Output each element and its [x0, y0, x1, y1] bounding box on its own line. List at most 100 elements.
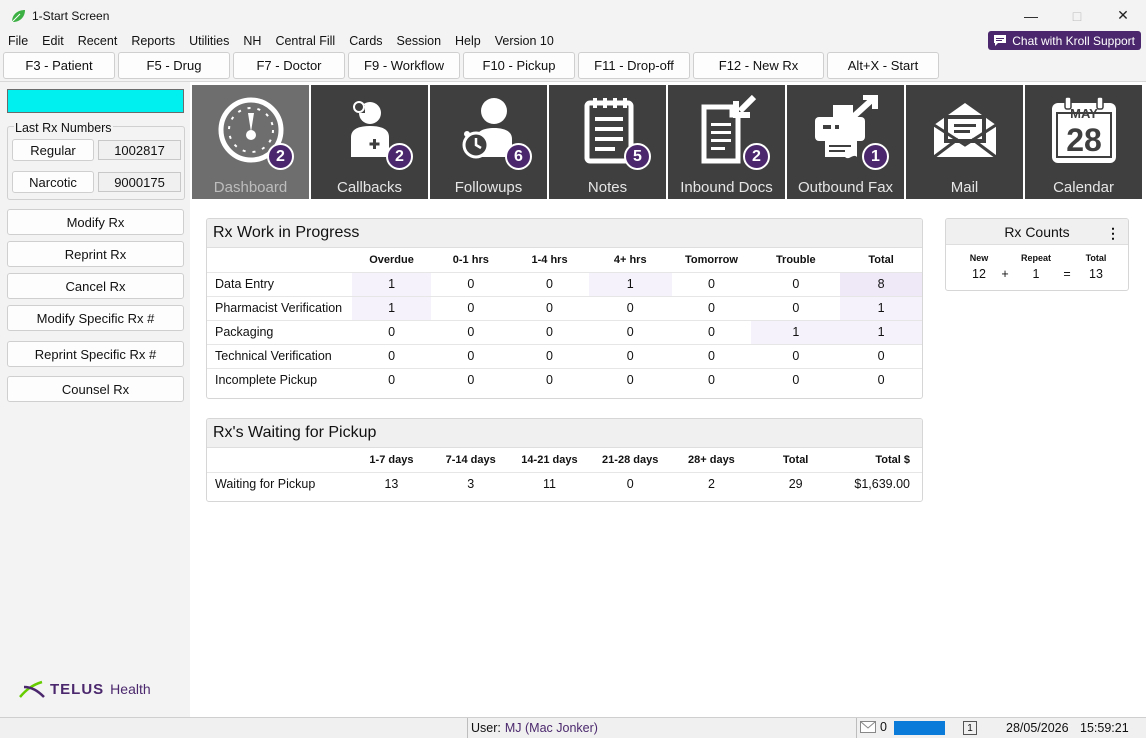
cancel-rx-button[interactable]: Cancel Rx	[7, 273, 184, 299]
close-icon[interactable]: ✕	[1100, 0, 1146, 31]
status-bar: User: MJ (Mac Jonker) 0 1 28/05/2026 15:…	[0, 717, 1146, 738]
table-cell[interactable]: 0	[751, 295, 841, 320]
table-row[interactable]: Data Entry 1 0 0 1 0 0 8	[207, 271, 922, 296]
regular-button[interactable]: Regular	[12, 139, 94, 161]
table-cell[interactable]: 1	[351, 271, 432, 296]
status-mail[interactable]: 0	[860, 720, 887, 734]
table-cell[interactable]: 1	[840, 295, 922, 320]
menu-edit[interactable]: Edit	[34, 34, 70, 48]
more-options-icon[interactable]: ⋮	[1106, 225, 1120, 242]
minimize-icon[interactable]: —	[1008, 0, 1054, 31]
reprint-specific-rx-button[interactable]: Reprint Specific Rx #	[7, 341, 184, 367]
table-cell[interactable]: 0	[751, 343, 841, 368]
tile-inbound-docs[interactable]: 2 Inbound Docs	[668, 85, 785, 199]
f9-workflow-button[interactable]: F9 - Workflow	[348, 52, 460, 79]
f7-doctor-button[interactable]: F7 - Doctor	[233, 52, 345, 79]
table-cell[interactable]: 0	[751, 367, 841, 392]
table-row[interactable]: Waiting for Pickup 13 3 11 0 2 29 $1,639…	[207, 471, 922, 496]
table-cell[interactable]: 0	[431, 319, 511, 344]
table-cell[interactable]: 0	[588, 319, 672, 344]
chat-support-button[interactable]: Chat with Kroll Support	[988, 31, 1141, 50]
table-cell[interactable]: 0	[510, 343, 589, 368]
tile-callbacks[interactable]: 2 Callbacks	[311, 85, 428, 199]
f5-drug-button[interactable]: F5 - Drug	[118, 52, 230, 79]
tile-notes[interactable]: 5 Notes	[549, 85, 666, 199]
table-cell[interactable]: 0	[510, 271, 589, 296]
table-cell[interactable]: 0	[588, 471, 672, 496]
menu-nh[interactable]: NH	[235, 34, 267, 48]
table-cell[interactable]: 11	[510, 471, 589, 496]
table-cell[interactable]: 0	[510, 295, 589, 320]
table-row[interactable]: Packaging 0 0 0 0 0 1 1	[207, 319, 922, 344]
table-cell[interactable]: 0	[840, 367, 922, 392]
tile-outbound-fax[interactable]: 1 Outbound Fax	[787, 85, 904, 199]
table-cell[interactable]: 0	[671, 367, 752, 392]
modify-specific-rx-button[interactable]: Modify Specific Rx #	[7, 305, 184, 331]
table-cell[interactable]: 0	[510, 319, 589, 344]
table-cell[interactable]: 29	[751, 471, 840, 496]
menu-utilities[interactable]: Utilities	[181, 34, 235, 48]
table-cell[interactable]: 1	[751, 319, 841, 344]
modify-rx-button[interactable]: Modify Rx	[7, 209, 184, 235]
menu-cards[interactable]: Cards	[341, 34, 388, 48]
table-cell[interactable]: 8	[840, 271, 922, 296]
narcotic-button[interactable]: Narcotic	[12, 171, 94, 193]
menu-recent[interactable]: Recent	[70, 34, 124, 48]
menu-central-fill[interactable]: Central Fill	[267, 34, 341, 48]
table-cell[interactable]: 0	[751, 271, 841, 296]
f3-patient-button[interactable]: F3 - Patient	[3, 52, 115, 79]
table-cell[interactable]: 0	[431, 271, 511, 296]
table-cell[interactable]: 0	[588, 367, 672, 392]
table-cell[interactable]: 0	[351, 343, 432, 368]
table-cell[interactable]: 0	[431, 295, 511, 320]
table-cell[interactable]: 1	[840, 319, 922, 344]
menu-help[interactable]: Help	[447, 34, 487, 48]
status-user: User: MJ (Mac Jonker)	[467, 718, 857, 738]
row-label: Technical Verification	[207, 343, 352, 368]
table-row[interactable]: Technical Verification 0 0 0 0 0 0 0	[207, 343, 922, 368]
menu-version[interactable]: Version 10	[487, 34, 560, 48]
table-cell[interactable]: 0	[588, 343, 672, 368]
table-cell[interactable]: 0	[840, 343, 922, 368]
table-cell[interactable]: 13	[351, 471, 432, 496]
tile-notes-label: Notes	[587, 179, 628, 196]
pickup-col-28plusdays: 28+ days	[688, 453, 735, 466]
table-cell[interactable]: 0	[351, 367, 432, 392]
maximize-icon[interactable]: □	[1054, 0, 1100, 31]
rx-search-input[interactable]	[7, 89, 184, 113]
tile-dashboard[interactable]: 2 Dashboard	[192, 85, 309, 199]
menu-reports[interactable]: Reports	[123, 34, 181, 48]
table-cell[interactable]: 0	[671, 271, 752, 296]
table-cell[interactable]: 1	[588, 271, 672, 296]
table-cell[interactable]: 0	[431, 367, 511, 392]
tile-mail[interactable]: Mail	[906, 85, 1023, 199]
status-time: 15:59:21	[1080, 721, 1129, 735]
f12-new-rx-button[interactable]: F12 - New Rx	[693, 52, 824, 79]
status-session-box[interactable]: 1	[963, 721, 977, 735]
menu-session[interactable]: Session	[389, 34, 447, 48]
table-cell[interactable]: 1	[351, 295, 432, 320]
wip-col-trouble: Trouble	[775, 253, 816, 266]
table-cell[interactable]: 3	[431, 471, 511, 496]
f10-pickup-button[interactable]: F10 - Pickup	[463, 52, 575, 79]
reprint-rx-button[interactable]: Reprint Rx	[7, 241, 184, 267]
f11-dropoff-button[interactable]: F11 - Drop-off	[578, 52, 690, 79]
table-cell[interactable]: 0	[510, 367, 589, 392]
table-cell[interactable]: $1,639.00	[840, 471, 922, 496]
counts-total-label: Total	[1085, 253, 1107, 263]
table-cell[interactable]: 0	[431, 343, 511, 368]
tile-followups[interactable]: 6 Followups	[430, 85, 547, 199]
table-cell[interactable]: 0	[588, 295, 672, 320]
alt-x-start-button[interactable]: Alt+X - Start	[827, 52, 939, 79]
table-cell[interactable]: 0	[671, 295, 752, 320]
table-cell[interactable]: 2	[671, 471, 752, 496]
tile-calendar[interactable]: MAY 28 Calendar	[1025, 85, 1142, 199]
wip-col-0-1hrs: 0-1 hrs	[452, 253, 489, 266]
table-cell[interactable]: 0	[671, 343, 752, 368]
counsel-rx-button[interactable]: Counsel Rx	[7, 376, 184, 402]
table-row[interactable]: Pharmacist Verification 1 0 0 0 0 0 1	[207, 295, 922, 320]
table-cell[interactable]: 0	[671, 319, 752, 344]
table-row[interactable]: Incomplete Pickup 0 0 0 0 0 0 0	[207, 367, 922, 392]
menu-file[interactable]: File	[0, 34, 34, 48]
table-cell[interactable]: 0	[351, 319, 432, 344]
